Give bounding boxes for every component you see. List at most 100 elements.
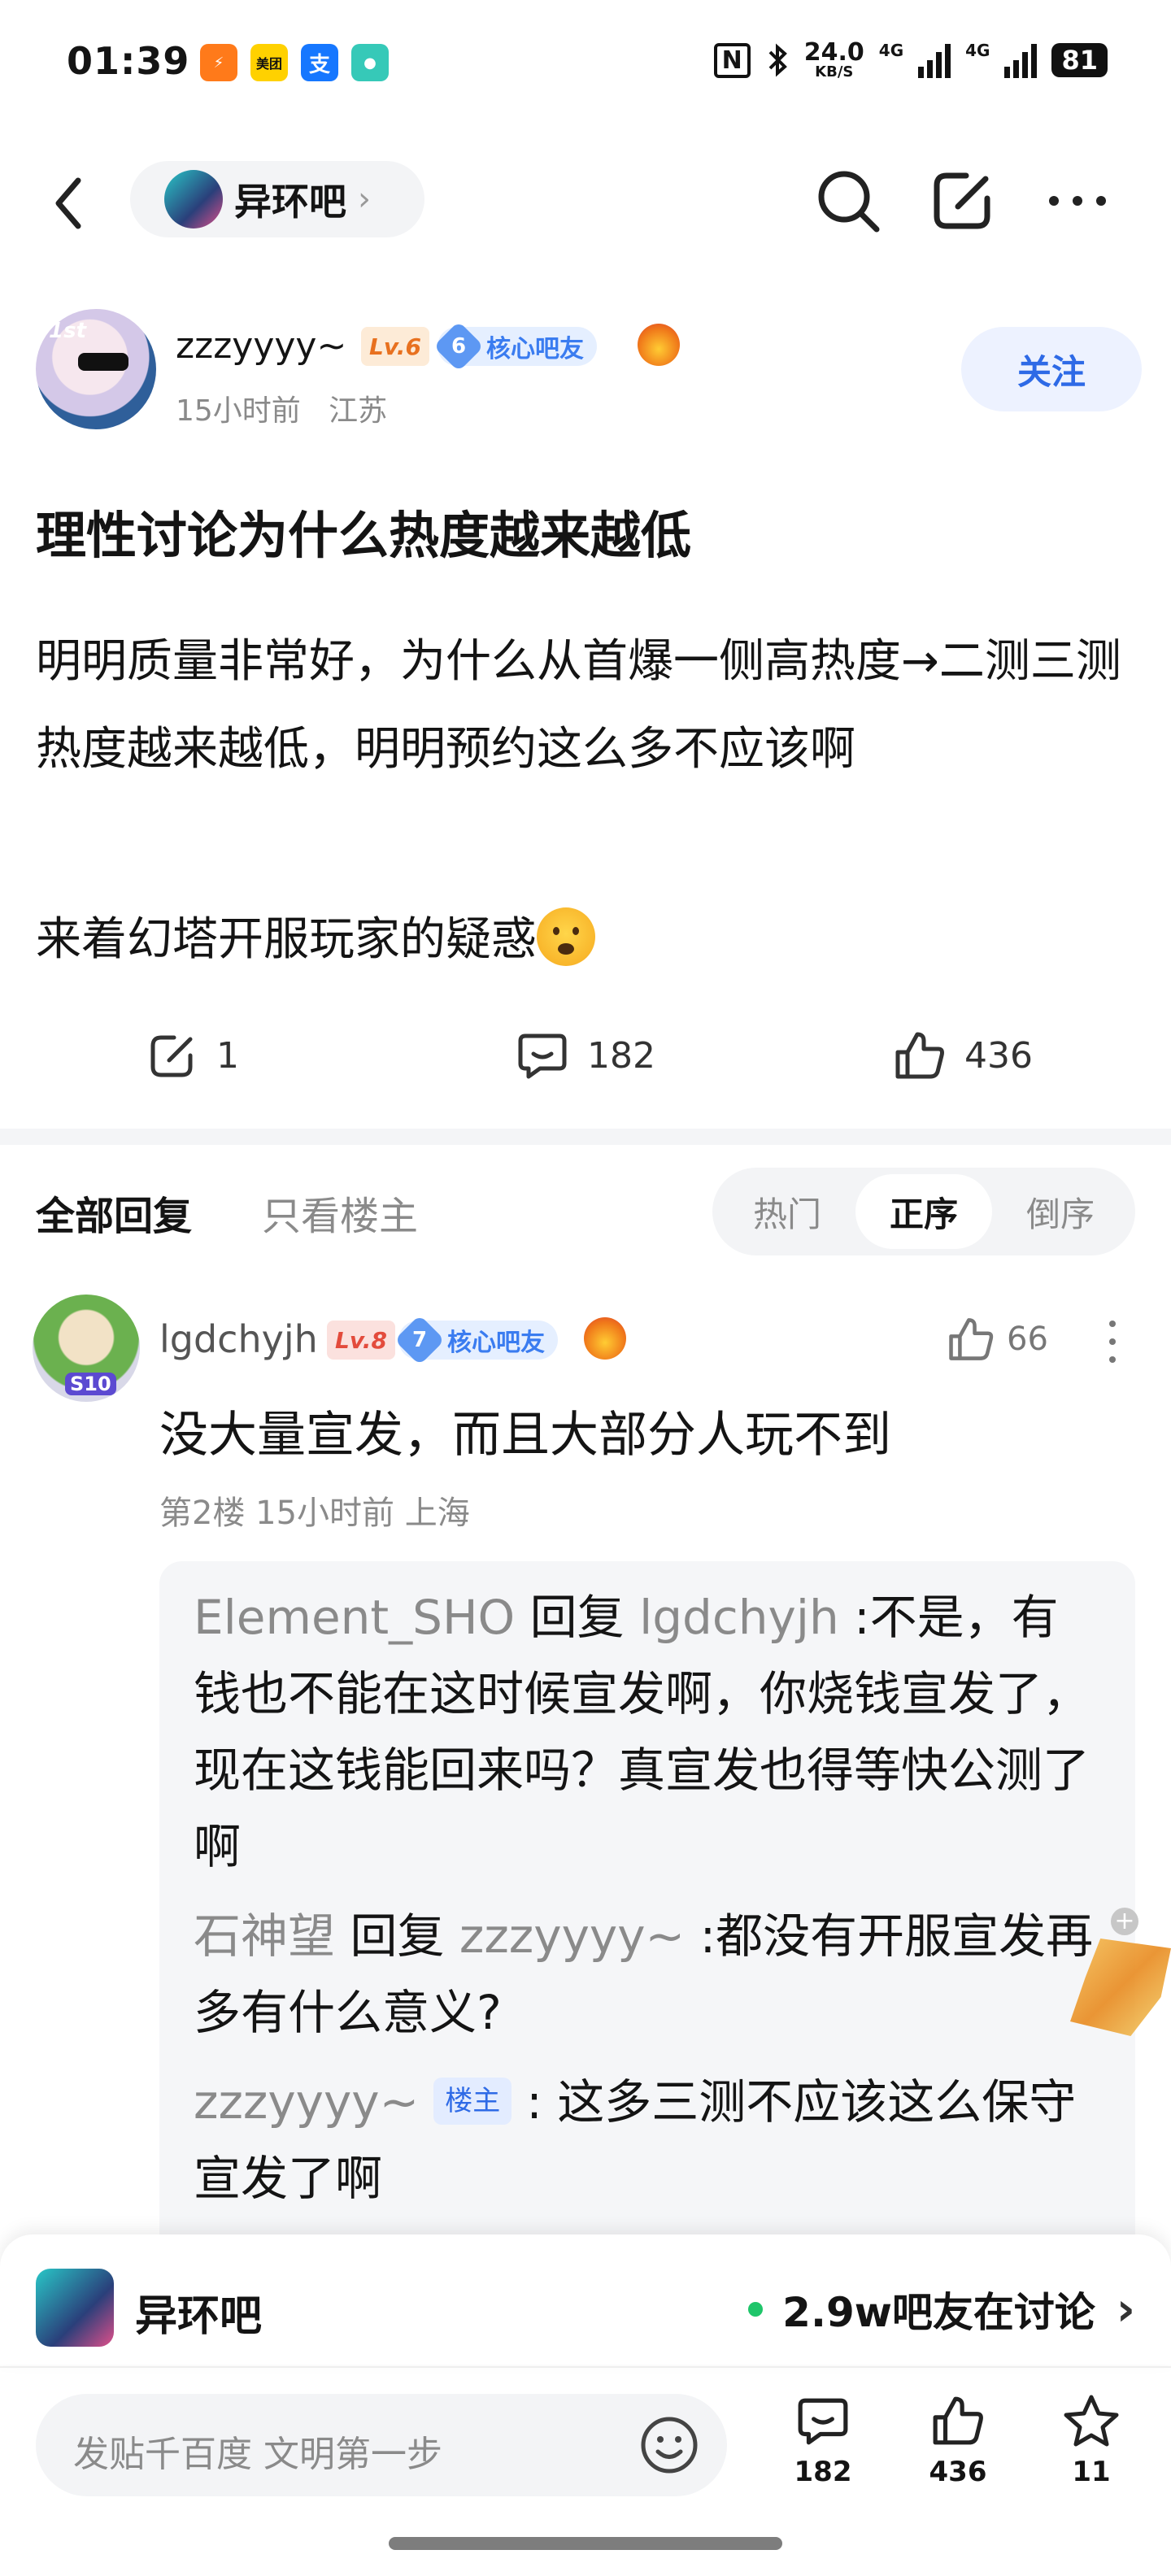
net-speed-value: 24.0 xyxy=(803,38,864,67)
star-icon xyxy=(1064,2395,1119,2447)
sub-reply-to[interactable]: zzzyyyy~ xyxy=(459,1908,685,1964)
author-meta: 15小时前 江苏 xyxy=(176,387,387,429)
signal-icon-2 xyxy=(1004,42,1038,78)
battery-indicator: 81 xyxy=(1051,43,1108,77)
like-action[interactable]: 436 xyxy=(893,1029,1033,1081)
share-action[interactable]: 1 xyxy=(146,1029,239,1081)
reply-meta: 第2楼 15小时前 上海 xyxy=(159,1495,470,1532)
bluetooth-icon xyxy=(768,43,787,77)
sort-ascending[interactable]: 正序 xyxy=(855,1174,992,1249)
forum-bar[interactable]: 异环吧 2.9w吧友在讨论 › xyxy=(0,2234,1171,2365)
sort-hot[interactable]: 热门 xyxy=(719,1174,855,1249)
fire-badge-icon xyxy=(638,324,680,366)
online-dot-icon xyxy=(748,2302,764,2317)
reply-filter-tabs: 全部回复 只看楼主 xyxy=(36,1184,418,1241)
bottom-like-button[interactable]: 436 xyxy=(909,2394,1007,2488)
net-speed-unit: KB/S xyxy=(815,63,854,80)
tab-host-only[interactable]: 只看楼主 xyxy=(262,1184,418,1241)
comment-action[interactable]: 182 xyxy=(516,1029,655,1081)
reply-like-count: 66 xyxy=(1007,1321,1048,1358)
network-type-2: 4G xyxy=(965,41,990,60)
core-level-icon: 7 xyxy=(394,1314,446,1366)
reply-like[interactable]: 66 xyxy=(947,1316,1048,1363)
post-actions: 1 182 436 xyxy=(0,1016,1171,1106)
sub-replies-box[interactable]: Element_SHO 回复 lgdchyjh :不是，有钱也不能在这时候宣发啊… xyxy=(159,1561,1135,2261)
follow-button[interactable]: 关注 xyxy=(961,327,1142,411)
nfc-icon: N xyxy=(713,42,751,78)
host-tag: 楼主 xyxy=(433,2078,512,2125)
status-indicators: N 24.0 KB/S 4G 4G 81 xyxy=(713,41,1108,80)
reply-username[interactable]: lgdchyjh xyxy=(159,1317,318,1361)
float-close-icon[interactable]: + xyxy=(1111,1908,1138,1935)
forum-name: 异环吧 xyxy=(234,180,346,224)
bottom-favorite-button[interactable]: 11 xyxy=(1043,2394,1140,2488)
like-count: 436 xyxy=(964,1034,1033,1077)
author-core-badge: 6 核心吧友 xyxy=(433,320,597,372)
meituan-app-icon: 美团 xyxy=(250,44,288,81)
sort-descending[interactable]: 倒序 xyxy=(992,1174,1129,1249)
thumbs-up-icon xyxy=(949,1318,994,1360)
sub-reply-to[interactable]: lgdchyjh xyxy=(639,1590,839,1645)
post-body: 明明质量非常好，为什么从首爆一侧高热度→二测三测热度越来越低，明明预约这么多不应… xyxy=(36,635,1121,776)
forum-avatar xyxy=(36,2269,114,2347)
share-edit-icon[interactable] xyxy=(925,164,999,237)
forum-bar-name: 异环吧 xyxy=(135,2292,263,2341)
core-label: 核心吧友 xyxy=(486,335,584,363)
thumbs-up-icon xyxy=(933,2396,983,2445)
net-speed: 24.0 KB/S xyxy=(804,41,864,80)
sub-reply-from[interactable]: zzzyyyy~ xyxy=(194,2074,419,2130)
core-level-icon: 6 xyxy=(433,320,485,372)
author-level-badge: Lv.6 xyxy=(361,327,429,366)
bottom-divider xyxy=(0,2366,1171,2368)
sub-reply-word: 回复 xyxy=(529,1590,625,1645)
emoji-icon[interactable] xyxy=(636,2412,703,2478)
reply-more-icon[interactable] xyxy=(1104,1317,1121,1366)
status-bar: 01:39 ⚡ 美团 支 ● N 24.0 KB/S 4G 4G 81 xyxy=(0,0,1171,122)
bottom-like-count: 436 xyxy=(929,2456,987,2488)
top-nav: 异环吧 › xyxy=(0,154,1171,252)
back-arrow-icon[interactable] xyxy=(46,171,94,236)
composer-placeholder: 发贴千百度 文明第一步 xyxy=(73,2434,442,2475)
reply-core-badge: 7 核心吧友 xyxy=(394,1314,558,1366)
taobao-flash-app-icon: ⚡ xyxy=(200,44,237,81)
sort-segmented-control: 热门 正序 倒序 xyxy=(712,1168,1135,1255)
post-title: 理性讨论为什么热度越来越低 xyxy=(36,506,692,565)
sub-reply-from[interactable]: 石神望 xyxy=(194,1908,335,1964)
status-time: 01:39 xyxy=(67,39,190,83)
core-level-number: 7 xyxy=(411,1328,428,1352)
thumbs-up-icon xyxy=(895,1032,944,1079)
sub-reply[interactable]: 石神望 回复 zzzyyyy~ :都没有开服宣发再多有什么意义? xyxy=(194,1898,1104,2051)
chevron-right-icon: › xyxy=(1116,2282,1135,2336)
more-icon[interactable] xyxy=(1041,164,1114,237)
author-username[interactable]: zzzyyyy~ xyxy=(176,325,346,367)
section-divider xyxy=(0,1129,1171,1145)
sub-reply-from[interactable]: Element_SHO xyxy=(194,1590,515,1645)
chevron-right-icon: › xyxy=(358,181,371,218)
sub-reply[interactable]: zzzyyyy~ 楼主: 这多三测不应该这么保守宣发了啊 xyxy=(194,2064,1104,2217)
avatar-badge: S10 xyxy=(65,1373,116,1395)
post-author: 1st zzzyyyy~ Lv.6 6 核心吧友 15小时前 江苏 关注 xyxy=(36,309,1142,439)
reply-composer[interactable]: 发贴千百度 文明第一步 xyxy=(36,2394,727,2496)
comment-icon xyxy=(798,2398,848,2445)
author-avatar[interactable]: 1st xyxy=(36,309,156,429)
bottom-comment-button[interactable]: 182 xyxy=(774,2394,872,2488)
sub-reply-word: 回复 xyxy=(350,1908,445,1964)
forum-pill[interactable]: 异环吧 › xyxy=(130,161,424,237)
home-indicator[interactable] xyxy=(389,2537,782,2550)
post-location: 江苏 xyxy=(329,394,388,428)
reply-avatar[interactable]: S10 xyxy=(33,1295,140,1402)
fire-badge-icon xyxy=(584,1317,626,1360)
core-level-number: 6 xyxy=(451,334,467,359)
search-icon[interactable] xyxy=(812,164,885,237)
bottom-comment-count: 182 xyxy=(794,2456,852,2488)
forum-discussing: 2.9w吧友在讨论 › xyxy=(748,2280,1135,2339)
discussing-count: 2.9w吧友在讨论 xyxy=(782,2289,1095,2336)
forum-avatar xyxy=(164,170,223,228)
reply-text: 没大量宣发，而且大部分人玩不到 xyxy=(159,1407,891,1464)
avatar-sunglasses xyxy=(78,353,128,371)
bottom-favorite-count: 11 xyxy=(1072,2456,1111,2488)
alipay-app-icon: 支 xyxy=(301,44,338,81)
tab-all-replies[interactable]: 全部回复 xyxy=(36,1184,192,1241)
signal-icon-1 xyxy=(918,42,951,78)
sub-reply[interactable]: Element_SHO 回复 lgdchyjh :不是，有钱也不能在这时候宣发啊… xyxy=(194,1579,1104,1885)
